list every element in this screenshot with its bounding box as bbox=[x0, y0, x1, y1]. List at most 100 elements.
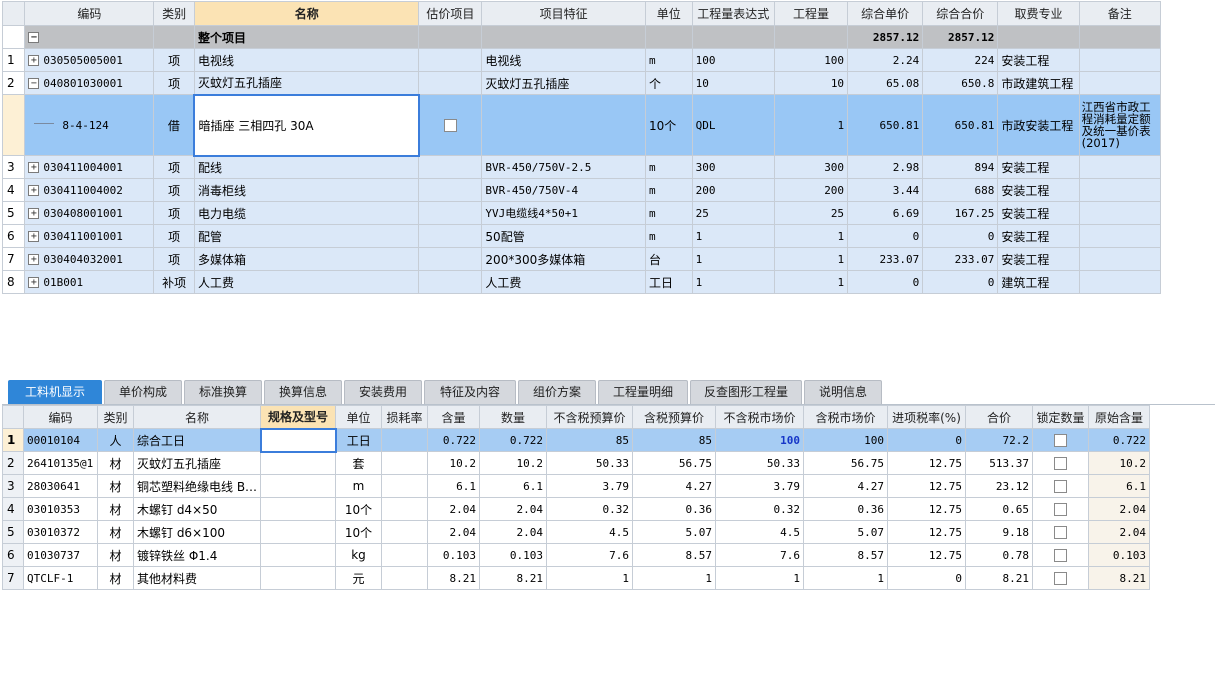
table-row[interactable]: 6 01030737 材 镀锌铁丝 Φ1.4 kg 0.103 0.103 7.… bbox=[2, 543, 1150, 567]
lock-qty-cell[interactable] bbox=[1032, 566, 1089, 590]
table-row[interactable]: 7 QTCLF-1 材 其他材料费 元 8.21 8.21 1 1 1 1 0 … bbox=[2, 566, 1150, 590]
unit-price-cell[interactable]: 65.08 bbox=[847, 71, 924, 95]
total-price-cell[interactable]: 894 bbox=[922, 155, 999, 179]
qty-cell[interactable]: 0.103 bbox=[479, 543, 547, 567]
qty-cell[interactable]: 100 bbox=[773, 48, 849, 72]
code-cell[interactable]: +030408001001 bbox=[24, 201, 155, 225]
header-name[interactable]: 名称 bbox=[193, 1, 420, 26]
table-row[interactable]: 2 −040801030001 项 灭蚊灯五孔插座 灭蚊灯五孔插座 个 10 1… bbox=[1, 71, 1162, 95]
type-cell[interactable]: 借 bbox=[153, 94, 195, 156]
table-row[interactable]: 2 26410135@1 材 灭蚊灯五孔插座 套 10.2 10.2 50.33… bbox=[2, 451, 1150, 475]
expand-icon[interactable]: + bbox=[28, 277, 40, 288]
budget-excl-cell[interactable]: 85 bbox=[546, 428, 633, 452]
total-cell[interactable]: 8.21 bbox=[965, 566, 1033, 590]
market-excl-cell[interactable]: 7.6 bbox=[715, 543, 804, 567]
header-estimate[interactable]: 估价项目 bbox=[418, 1, 483, 26]
feature-cell[interactable]: 电视线 bbox=[481, 48, 646, 72]
market-excl-cell[interactable]: 4.5 bbox=[715, 520, 804, 544]
original-content-cell[interactable]: 2.04 bbox=[1088, 520, 1150, 544]
lock-qty-checkbox[interactable] bbox=[1054, 526, 1067, 539]
code-cell[interactable]: +030411004002 bbox=[24, 178, 155, 202]
total-price-cell[interactable]: 224 bbox=[922, 48, 999, 72]
header-unit-price[interactable]: 综合单价 bbox=[847, 1, 924, 26]
note-cell[interactable] bbox=[1078, 247, 1162, 271]
table-row[interactable]: 1 00010104 人 综合工日 工日 0.722 0.722 85 85 1… bbox=[2, 427, 1150, 453]
name-cell[interactable]: 木螺钉 d4×50 bbox=[133, 497, 261, 521]
estimate-cell[interactable] bbox=[418, 201, 483, 225]
market-excl-cell[interactable]: 100 bbox=[715, 428, 804, 452]
estimate-cell[interactable] bbox=[418, 71, 483, 95]
unit-cell[interactable]: m bbox=[335, 474, 382, 498]
total-price-cell[interactable]: 167.25 bbox=[922, 201, 999, 225]
expr-cell[interactable]: 10 bbox=[691, 71, 775, 95]
unit-price-cell[interactable]: 0 bbox=[847, 270, 924, 294]
name-cell[interactable]: 配线 bbox=[193, 155, 420, 179]
market-excl-cell[interactable]: 50.33 bbox=[715, 451, 804, 475]
qty-cell[interactable]: 10 bbox=[773, 71, 849, 95]
name-cell[interactable]: 铜芯塑料绝缘电线 B… bbox=[133, 474, 261, 498]
tab-standard-conversion[interactable]: 标准换算 bbox=[184, 380, 262, 404]
lock-qty-checkbox[interactable] bbox=[1054, 457, 1067, 470]
name-cell[interactable]: 电力电缆 bbox=[193, 201, 420, 225]
tab-installation-fee[interactable]: 安装费用 bbox=[344, 380, 422, 404]
table-row[interactable]: 8 +01B001 补项 人工费 人工费 工日 1 1 0 0 建筑工程 bbox=[1, 270, 1162, 294]
feature-cell[interactable]: 人工费 bbox=[481, 270, 646, 294]
header-unit[interactable]: 单位 bbox=[644, 1, 693, 26]
unit-cell[interactable]: 10个 bbox=[335, 520, 382, 544]
feature-cell[interactable]: 灭蚊灯五孔插座 bbox=[481, 71, 646, 95]
budget-incl-cell[interactable]: 1 bbox=[632, 566, 716, 590]
unit-price-cell[interactable]: 2.98 bbox=[847, 155, 924, 179]
name-edit-cell[interactable]: 暗插座 三相四孔 30A bbox=[193, 93, 420, 157]
header-input-tax-rate[interactable]: 进项税率(%) bbox=[887, 405, 966, 429]
expand-icon[interactable]: + bbox=[28, 208, 40, 219]
header-note[interactable]: 备注 bbox=[1078, 1, 1162, 26]
unit-cell[interactable]: 台 bbox=[644, 247, 693, 271]
spec-cell[interactable] bbox=[260, 497, 336, 521]
type-cell[interactable]: 项 bbox=[153, 48, 195, 72]
fee-cell[interactable]: 安装工程 bbox=[997, 201, 1080, 225]
code-cell[interactable]: +030404032001 bbox=[24, 247, 155, 271]
lock-qty-cell[interactable] bbox=[1032, 520, 1089, 544]
name-cell[interactable]: 配管 bbox=[193, 224, 420, 248]
fee-cell[interactable]: 安装工程 bbox=[997, 224, 1080, 248]
table-row[interactable]: 7 +030404032001 项 多媒体箱 200*300多媒体箱 台 1 1… bbox=[1, 247, 1162, 271]
header-total-price[interactable]: 综合合价 bbox=[922, 1, 999, 26]
budget-excl-cell[interactable]: 3.79 bbox=[546, 474, 633, 498]
lock-qty-cell[interactable] bbox=[1032, 497, 1089, 521]
content-cell[interactable]: 6.1 bbox=[427, 474, 480, 498]
original-content-cell[interactable]: 6.1 bbox=[1088, 474, 1150, 498]
name-cell[interactable]: 消毒柜线 bbox=[193, 178, 420, 202]
note-cell[interactable] bbox=[1078, 201, 1162, 225]
expand-icon[interactable]: + bbox=[28, 185, 40, 196]
header-qty[interactable]: 工程量 bbox=[773, 1, 849, 26]
type-cell[interactable]: 项 bbox=[153, 247, 195, 271]
type-cell[interactable]: 材 bbox=[97, 566, 134, 590]
tab-unit-price-composition[interactable]: 单价构成 bbox=[104, 380, 182, 404]
type-cell[interactable]: 材 bbox=[97, 474, 134, 498]
expr-cell[interactable]: 300 bbox=[691, 155, 775, 179]
expand-icon[interactable]: + bbox=[28, 55, 40, 66]
name-cell[interactable]: 木螺钉 d6×100 bbox=[133, 520, 261, 544]
content-cell[interactable]: 10.2 bbox=[427, 451, 480, 475]
fee-cell[interactable]: 市政安装工程 bbox=[997, 94, 1080, 156]
qty-cell[interactable]: 2.04 bbox=[479, 520, 547, 544]
header-code[interactable]: 编码 bbox=[24, 1, 155, 26]
header-original-content[interactable]: 原始含量 bbox=[1088, 405, 1150, 429]
lock-qty-cell[interactable] bbox=[1032, 451, 1089, 475]
unit-price-cell[interactable]: 3.44 bbox=[847, 178, 924, 202]
tax-rate-cell[interactable]: 0 bbox=[887, 566, 966, 590]
budget-excl-cell[interactable]: 7.6 bbox=[546, 543, 633, 567]
header-budget-price-excl[interactable]: 不含税预算价 bbox=[546, 405, 633, 429]
expand-icon[interactable]: + bbox=[28, 254, 40, 265]
unit-price-cell[interactable]: 2.24 bbox=[847, 48, 924, 72]
type-cell[interactable]: 材 bbox=[97, 520, 134, 544]
header-total[interactable]: 合价 bbox=[965, 405, 1033, 429]
market-incl-cell[interactable]: 8.57 bbox=[803, 543, 888, 567]
estimate-cell[interactable] bbox=[418, 247, 483, 271]
lock-qty-cell[interactable] bbox=[1032, 543, 1089, 567]
table-row[interactable]: 3 +030411004001 项 配线 BVR-450/750V-2.5 m … bbox=[1, 155, 1162, 179]
qty-cell[interactable]: 6.1 bbox=[479, 474, 547, 498]
code-cell[interactable]: − bbox=[24, 25, 155, 49]
unit-cell[interactable]: 10个 bbox=[644, 94, 693, 156]
collapse-icon[interactable]: − bbox=[28, 32, 40, 43]
